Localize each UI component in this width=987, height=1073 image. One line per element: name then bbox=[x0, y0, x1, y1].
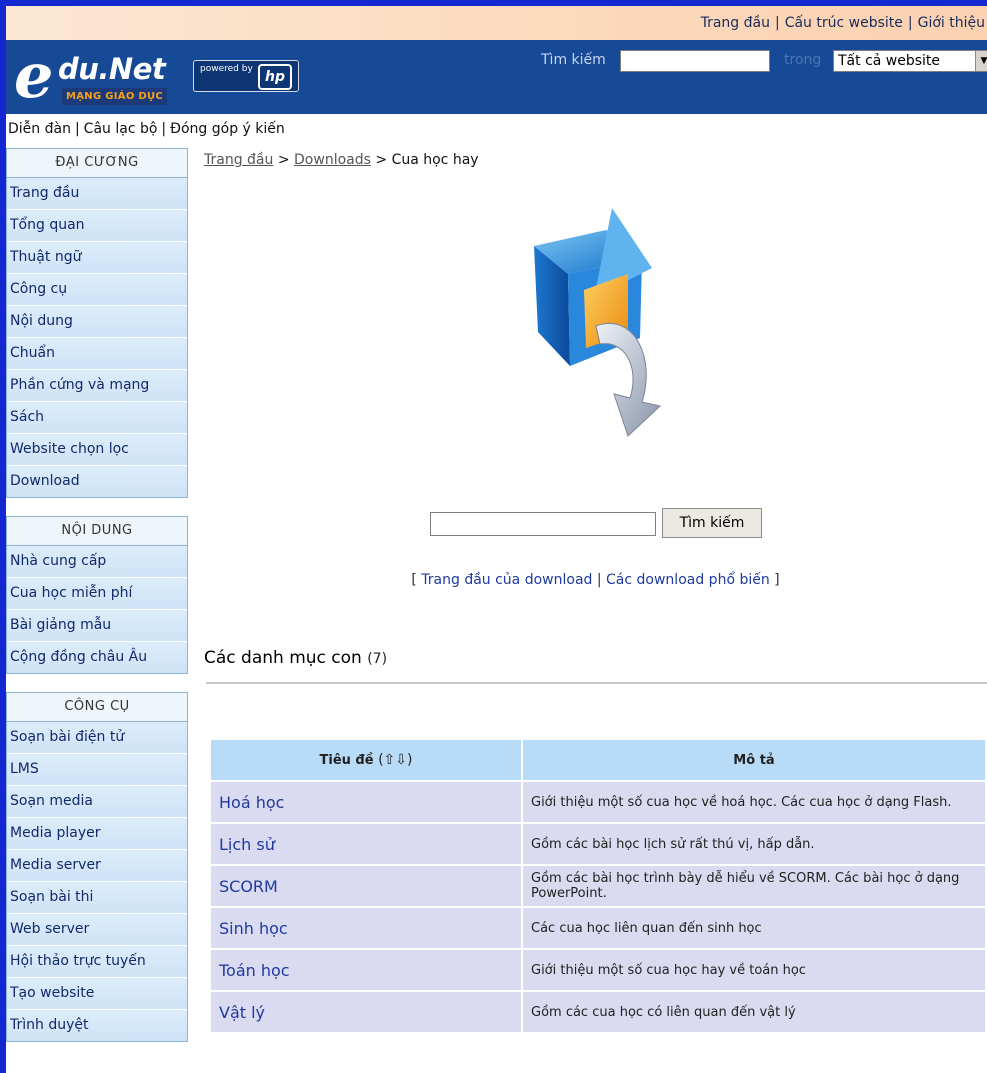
browser-page: Trang đầu | Cấu trúc website | Giới thiệu e … bbox=[6, 6, 987, 1073]
category-description: Giới thiệu một số cua học hay về toán họ… bbox=[523, 950, 985, 990]
sidebar-item-sample-lectures[interactable]: Bài giảng mẫu bbox=[7, 610, 187, 642]
breadcrumb: Trang đầu > Downloads > Cua học hay bbox=[204, 152, 479, 168]
sidebar-item-e-lesson-authoring[interactable]: Soạn bài điện tử bbox=[7, 722, 187, 754]
top-link-sitemap[interactable]: Cấu trúc website bbox=[785, 15, 903, 31]
sidebar-group-content: NỘI DUNG Nhà cung cấp Cua học miễn phí B… bbox=[6, 516, 188, 674]
sidebar-item-web-server[interactable]: Web server bbox=[7, 914, 187, 946]
category-description: Các cua học liên quan đến sinh học bbox=[523, 908, 985, 948]
top-link-bar: Trang đầu | Cấu trúc website | Giới thiệu bbox=[6, 6, 987, 40]
sidebar-item-free-courses[interactable]: Cua học miễn phí bbox=[7, 578, 187, 610]
breadcrumb-home-link[interactable]: Trang đầu bbox=[204, 152, 273, 168]
table-row: Lịch sử Gồm các bài học lịch sử rất thú … bbox=[211, 824, 985, 864]
sidebar-item-glossary[interactable]: Thuật ngữ bbox=[7, 242, 187, 274]
sidebar-group-general: ĐẠI CƯƠNG Trang đầu Tổng quan Thuật ngữ … bbox=[6, 148, 188, 498]
sidebar-item-tools[interactable]: Công cụ bbox=[7, 274, 187, 306]
hp-logo-icon: hp bbox=[258, 64, 292, 90]
table-row: Vật lý Gồm các cua học có liên quan đến … bbox=[211, 992, 985, 1032]
header-search-input[interactable] bbox=[620, 50, 770, 72]
category-link[interactable]: Vật lý bbox=[211, 992, 521, 1032]
sidebar-item-test-authoring[interactable]: Soạn bài thi bbox=[7, 882, 187, 914]
sidebar-group-title: CÔNG CỤ bbox=[7, 693, 187, 722]
sort-descending-icon[interactable]: ⇩ bbox=[395, 752, 407, 768]
subcategories-heading: Các danh mục con (7) bbox=[204, 648, 387, 668]
subnav-forum[interactable]: Diễn đàn bbox=[8, 121, 71, 137]
breadcrumb-downloads-link[interactable]: Downloads bbox=[294, 152, 371, 168]
edunet-logo[interactable]: e du.Net MẠNG GIÁO DỤC bbox=[12, 45, 178, 108]
category-link[interactable]: Toán học bbox=[211, 950, 521, 990]
powered-by-hp-badge: powered by hp bbox=[193, 60, 299, 92]
download-search-button[interactable]: Tìm kiếm bbox=[662, 508, 762, 538]
table-row: SCORM Gồm các bài học trình bày dễ hiểu … bbox=[211, 866, 985, 906]
category-link[interactable]: Hoá học bbox=[211, 782, 521, 822]
chevron-down-icon[interactable]: ▼ bbox=[975, 51, 987, 71]
sidebar-item-standards[interactable]: Chuẩn bbox=[7, 338, 187, 370]
logo-tagline: MẠNG GIÁO DỤC bbox=[62, 88, 168, 105]
sidebar-item-media-player[interactable]: Media player bbox=[7, 818, 187, 850]
table-row: Toán học Giới thiệu một số cua học hay v… bbox=[211, 950, 985, 990]
logo-name: du.Net bbox=[58, 52, 166, 86]
table-row: Sinh học Các cua học liên quan đến sinh … bbox=[211, 908, 985, 948]
subcategories-title: Các danh mục con bbox=[204, 648, 362, 668]
popular-downloads-link[interactable]: Các download phổ biến bbox=[606, 572, 770, 588]
sidebar-item-download[interactable]: Download bbox=[7, 466, 187, 497]
sidebar-item-providers[interactable]: Nhà cung cấp bbox=[7, 546, 187, 578]
header-search-in-label: trong bbox=[784, 52, 822, 68]
breadcrumb-current: Cua học hay bbox=[391, 152, 479, 168]
download-home-link[interactable]: Trang đầu của download bbox=[421, 572, 592, 588]
sidebar-item-overview[interactable]: Tổng quan bbox=[7, 210, 187, 242]
sidebar-item-home[interactable]: Trang đầu bbox=[7, 178, 187, 210]
sidebar-item-web-conferencing[interactable]: Hội thảo trực tuyến bbox=[7, 946, 187, 978]
main-content: Trang đầu > Downloads > Cua học hay Tìm … bbox=[204, 148, 987, 1032]
sidebar-group-tools: CÔNG CỤ Soạn bài điện tử LMS Soạn media … bbox=[6, 692, 188, 1042]
sidebar-item-selected-websites[interactable]: Website chọn lọc bbox=[7, 434, 187, 466]
sort-ascending-icon[interactable]: ⇧ bbox=[384, 752, 396, 768]
category-description: Giới thiệu một số cua học về hoá học. Cá… bbox=[523, 782, 985, 822]
sidebar-item-create-website[interactable]: Tạo website bbox=[7, 978, 187, 1010]
sidebar-item-media-authoring[interactable]: Soạn media bbox=[7, 786, 187, 818]
sub-nav: Diễn đàn | Câu lạc bộ | Đóng góp ý kiến bbox=[8, 121, 285, 137]
subnav-feedback[interactable]: Đóng góp ý kiến bbox=[170, 121, 285, 137]
powered-by-text: powered by bbox=[200, 64, 253, 74]
divider bbox=[206, 682, 987, 684]
search-scope-select[interactable]: Tất cả website ▼ bbox=[833, 50, 987, 72]
site-header: e du.Net MẠNG GIÁO DỤC powered by hp Tìm… bbox=[6, 40, 987, 114]
subnav-clubs[interactable]: Câu lạc bộ bbox=[84, 121, 158, 137]
sidebar-item-european-community[interactable]: Cộng đồng châu Âu bbox=[7, 642, 187, 673]
download-search-input[interactable] bbox=[430, 512, 656, 536]
search-scope-value: Tất cả website bbox=[838, 53, 941, 69]
sidebar-group-title: ĐẠI CƯƠNG bbox=[7, 149, 187, 178]
category-description: Gồm các cua học có liên quan đến vật lý bbox=[523, 992, 985, 1032]
table-row: Hoá học Giới thiệu một số cua học về hoá… bbox=[211, 782, 985, 822]
category-link[interactable]: Sinh học bbox=[211, 908, 521, 948]
sidebar-item-lms[interactable]: LMS bbox=[7, 754, 187, 786]
download-cube-icon bbox=[534, 208, 662, 437]
category-description: Gồm các bài học lịch sử rất thú vị, hấp … bbox=[523, 824, 985, 864]
category-link[interactable]: SCORM bbox=[211, 866, 521, 906]
sidebar-item-books[interactable]: Sách bbox=[7, 402, 187, 434]
subcategories-table: Tiêu đề (⇧⇩) Mô tả Hoá học Giới thiệu mộ… bbox=[209, 738, 987, 1034]
subcategories-count: (7) bbox=[367, 651, 388, 667]
category-link[interactable]: Lịch sử bbox=[211, 824, 521, 864]
column-header-title[interactable]: Tiêu đề (⇧⇩) bbox=[211, 740, 521, 780]
top-link-about[interactable]: Giới thiệu bbox=[918, 15, 985, 31]
download-links: [ Trang đầu của download | Các download … bbox=[411, 572, 780, 588]
column-header-description: Mô tả bbox=[523, 740, 985, 780]
top-link-home[interactable]: Trang đầu bbox=[701, 15, 770, 31]
sidebar-item-content[interactable]: Nội dung bbox=[7, 306, 187, 338]
sidebar-item-media-server[interactable]: Media server bbox=[7, 850, 187, 882]
sidebar-item-hardware-network[interactable]: Phần cứng và mạng bbox=[7, 370, 187, 402]
category-description: Gồm các bài học trình bày dễ hiểu về SCO… bbox=[523, 866, 985, 906]
header-search-label: Tìm kiếm bbox=[541, 52, 606, 68]
sidebar-item-browser[interactable]: Trình duyệt bbox=[7, 1010, 187, 1041]
sidebar: ĐẠI CƯƠNG Trang đầu Tổng quan Thuật ngữ … bbox=[6, 148, 188, 1060]
sidebar-group-title: NỘI DUNG bbox=[7, 517, 187, 546]
